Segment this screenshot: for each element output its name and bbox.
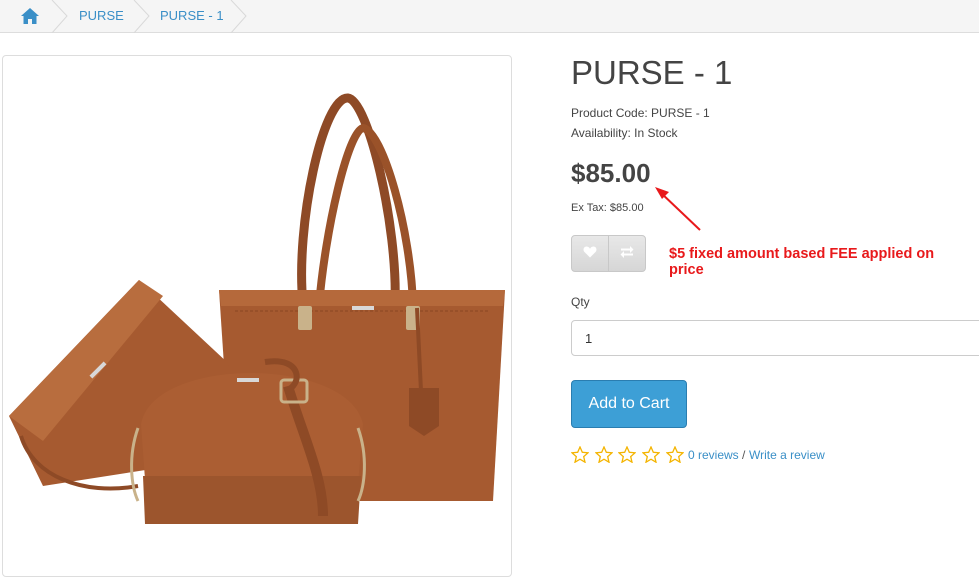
ex-tax-price: Ex Tax: $85.00 <box>571 202 644 214</box>
home-icon[interactable] <box>20 7 40 30</box>
breadcrumb-separator <box>132 0 152 38</box>
product-code: Product Code: PURSE - 1 <box>571 106 710 120</box>
add-to-cart-button[interactable]: Add to Cart <box>571 380 687 428</box>
qty-label: Qty <box>571 295 590 309</box>
breadcrumb-separator <box>50 0 70 38</box>
star-empty-icon <box>665 445 685 468</box>
qty-input[interactable] <box>571 320 979 356</box>
star-empty-icon <box>570 445 590 468</box>
breadcrumb: PURSE PURSE - 1 <box>0 0 979 34</box>
review-separator: / <box>742 448 746 462</box>
product-price: $85.00 <box>571 158 651 188</box>
fee-annotation: $5 fixed amount based FEE applied on pri… <box>669 246 935 278</box>
annotation-arrow <box>655 187 701 231</box>
breadcrumb-purse-1[interactable]: PURSE - 1 <box>160 0 224 32</box>
write-review-link[interactable]: Write a review <box>749 448 825 462</box>
heart-icon <box>583 245 597 263</box>
product-title: PURSE - 1 <box>571 54 733 91</box>
availability: Availability: In Stock <box>571 126 678 140</box>
star-empty-icon <box>594 445 614 468</box>
breadcrumb-purse[interactable]: PURSE <box>79 0 124 32</box>
star-empty-icon <box>617 445 637 468</box>
breadcrumb-separator <box>229 0 249 38</box>
add-to-wishlist-button[interactable] <box>571 235 609 272</box>
product-action-buttons <box>571 235 646 272</box>
product-image[interactable] <box>3 56 511 561</box>
compare-button[interactable] <box>608 235 646 272</box>
reviews-link[interactable]: 0 reviews <box>688 448 739 462</box>
star-empty-icon <box>641 445 661 468</box>
product-image-panel[interactable] <box>2 55 512 577</box>
exchange-icon <box>620 245 634 263</box>
